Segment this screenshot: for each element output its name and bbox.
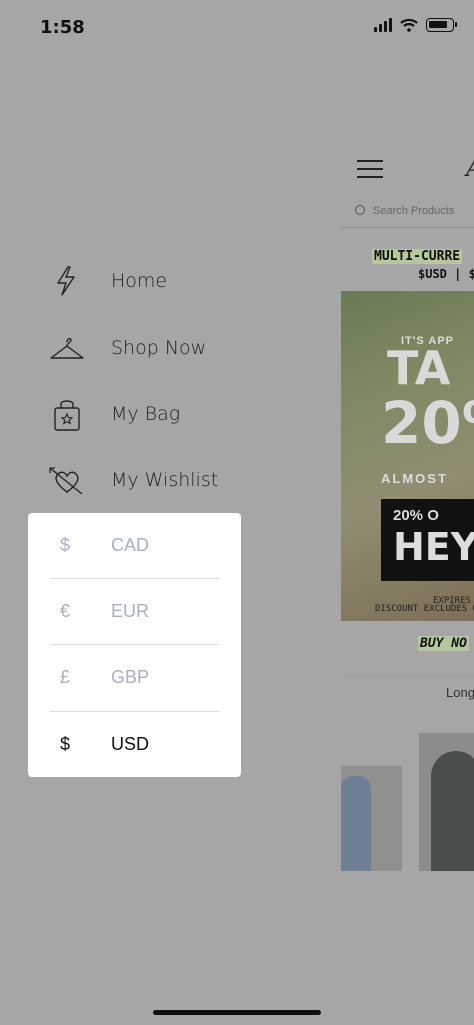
menu-item-label: My Wishlist: [111, 469, 219, 491]
currency-symbol: €: [60, 601, 71, 621]
cellular-signal-icon: [374, 18, 392, 32]
banner-line2: TA: [387, 341, 451, 395]
banner-black-line2: HEY: [393, 525, 474, 569]
menu-item-my-bag[interactable]: My Bag: [0, 384, 330, 444]
currency-option-usd[interactable]: $ USD: [28, 712, 241, 778]
hanger-icon: [50, 338, 84, 359]
currency-code: EUR: [111, 601, 150, 621]
banner-black-line1: 20% O: [393, 507, 439, 524]
banner-line3: 20%: [381, 389, 474, 457]
buy-now-label[interactable]: BUY NO: [418, 636, 469, 651]
currency-option-cad[interactable]: $ CAD: [28, 513, 241, 579]
menu-item-label: Shop Now: [111, 337, 207, 359]
menu-item-shop-now[interactable]: Shop Now: [0, 318, 330, 378]
currency-code: CAD: [111, 535, 150, 555]
brand-logo: A: [466, 154, 474, 182]
currency-selector: $ CAD € EUR £ GBP $ USD: [28, 513, 241, 777]
product-image[interactable]: [341, 766, 402, 871]
menu-item-my-wishlist[interactable]: My Wishlist: [0, 450, 330, 510]
promo-headline: MULTI-CURRE: [372, 249, 463, 264]
menu-item-label: Home: [111, 270, 168, 292]
currency-symbol: $: [60, 734, 71, 754]
section-divider: [341, 675, 474, 676]
banner-line4: ALMOST: [381, 471, 448, 486]
promo-banner[interactable]: IT'S APP TA 20% ALMOST 20% O HEY EXPIRES…: [341, 291, 474, 621]
status-time: 1:58: [40, 17, 85, 38]
currency-option-eur[interactable]: € EUR: [28, 579, 241, 645]
home-indicator[interactable]: [153, 1010, 321, 1015]
banner-discount-note: DISCOUNT EXCLUDES GIFT: [375, 604, 474, 614]
shopping-bag-icon: [54, 400, 80, 431]
currency-symbol: $: [60, 535, 71, 555]
currency-option-gbp[interactable]: £ GBP: [28, 645, 241, 711]
status-icons: [374, 18, 457, 32]
banner-black-box: 20% O HEY: [381, 499, 474, 581]
menu-item-label: My Bag: [111, 403, 181, 425]
promo-subline: $USD | $: [418, 267, 474, 281]
menu-item-home[interactable]: Home: [0, 251, 330, 311]
search-underline: [341, 227, 474, 228]
search-icon: [355, 205, 365, 215]
heart-arrow-icon: [49, 467, 83, 495]
hamburger-menu-icon[interactable]: [357, 160, 383, 180]
search-bar[interactable]: Search Products: [355, 204, 454, 217]
status-bar: 1:58: [0, 0, 474, 56]
currency-code: GBP: [111, 667, 150, 687]
wifi-icon: [400, 18, 418, 32]
lightning-icon: [57, 266, 75, 296]
currency-symbol: £: [60, 667, 71, 687]
battery-icon: [426, 18, 457, 32]
search-placeholder: Search Products: [373, 205, 455, 217]
currency-code: USD: [111, 734, 150, 754]
product-image[interactable]: [419, 733, 474, 871]
tab-label[interactable]: Long: [446, 685, 474, 700]
